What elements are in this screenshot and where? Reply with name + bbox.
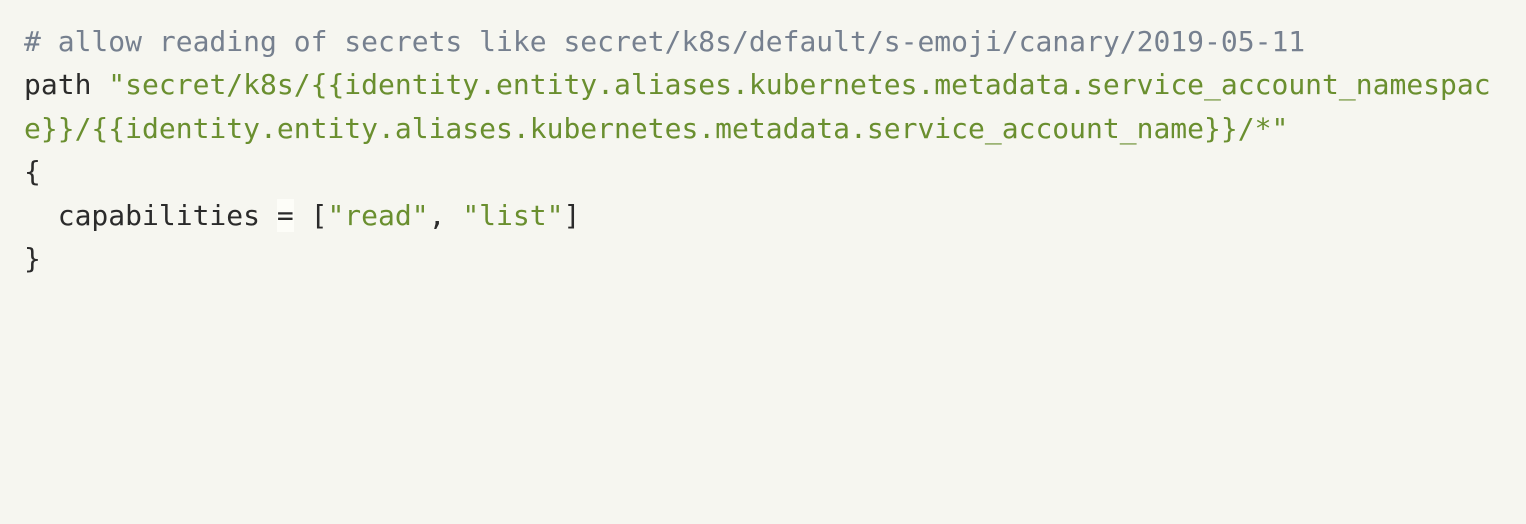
code-space — [260, 199, 277, 232]
code-space — [294, 199, 311, 232]
code-bracket-close: ] — [563, 199, 580, 232]
code-string-path: "secret/k8s/{{identity.entity.aliases.ku… — [24, 68, 1491, 144]
code-indent — [24, 199, 58, 232]
code-ident-capabilities: capabilities — [58, 199, 260, 232]
code-op-eq: = — [277, 199, 294, 232]
code-bracket-open: [ — [311, 199, 328, 232]
code-brace-open: { — [24, 155, 41, 188]
code-string-read: "read" — [327, 199, 428, 232]
code-space — [445, 199, 462, 232]
code-string-list: "list" — [462, 199, 563, 232]
code-comma: , — [429, 199, 446, 232]
code-comment: # allow reading of secrets like secret/k… — [24, 25, 1305, 58]
code-block: # allow reading of secrets like secret/k… — [0, 0, 1526, 308]
code-brace-close: } — [24, 242, 41, 275]
code-keyword-path: path — [24, 68, 91, 101]
code-space — [91, 68, 108, 101]
